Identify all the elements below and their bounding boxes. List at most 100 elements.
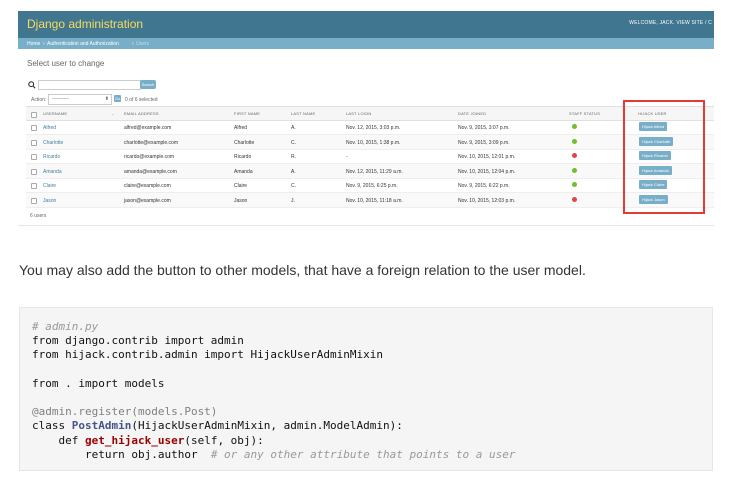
cell-username[interactable]: Jason [43, 198, 56, 204]
admin-screenshot: Django administration WELCOME, JACK. VIE… [18, 11, 714, 226]
row-checkbox[interactable] [31, 197, 37, 204]
action-select-value: ---------- [52, 96, 69, 102]
cell-email: claire@example.com [124, 183, 171, 189]
code-block: # admin.py from django.contrib import ad… [19, 307, 713, 471]
cell-last: R. [291, 154, 296, 160]
cell-email: alfred@example.com [124, 125, 172, 131]
cell-joined: Nov. 10, 2015, 12:01 p.m. [458, 154, 516, 160]
search-icon [28, 81, 36, 89]
cell-email: charlotte@example.com [124, 139, 178, 146]
column-last-name[interactable]: LAST NAME [291, 111, 315, 116]
code-line: from hijack.contrib.admin import HijackU… [32, 348, 383, 362]
cell-last: A. [291, 168, 296, 175]
cell-email: amanda@example.com [124, 168, 177, 175]
cell-last: C. [291, 183, 296, 189]
cell-username[interactable]: Alfred [43, 125, 56, 131]
breadcrumb-home[interactable]: Home [27, 41, 40, 47]
row-checkbox[interactable] [31, 139, 37, 146]
code-line: from django.contrib import admin [32, 334, 244, 348]
selected-count: 0 of 6 selected [125, 97, 158, 103]
search-button[interactable]: Search [140, 80, 156, 89]
cell-login: Nov. 9, 2015, 6:25 p.m. [346, 183, 398, 189]
cell-first: Amanda [234, 168, 253, 175]
article-paragraph: You may also add the button to other mod… [19, 262, 586, 278]
row-checkbox[interactable] [31, 125, 37, 131]
cell-last: A. [291, 125, 296, 131]
breadcrumb-users: Users [136, 41, 150, 47]
cell-first: Jason [234, 197, 248, 204]
cell-last: C. [291, 139, 296, 146]
table-header: USERNAME ⌄ EMAIL ADDRESS FIRST NAME LAST… [26, 106, 714, 121]
check-icon [572, 182, 577, 187]
check-icon [572, 124, 577, 129]
cell-username[interactable]: Charlotte [43, 140, 63, 146]
code-line: (self, obj): [184, 433, 264, 447]
table-row: Amanda amanda@example.com Amanda A. Nov. 12,… [26, 163, 714, 179]
row-checkbox[interactable] [31, 154, 37, 160]
table-row: Jason jason@example.com Jason J. Nov. 10, 20… [26, 192, 714, 208]
cell-login: Nov. 12, 2015, 3:03 p.m. [346, 125, 401, 131]
breadcrumb-auth[interactable]: Authentication and Authorization [47, 41, 119, 47]
cell-username[interactable]: Amanda [43, 169, 62, 175]
chevron-down-icon: ⬍ [104, 96, 109, 102]
cell-last: J. [291, 197, 295, 204]
cell-first: Ricardo [234, 154, 252, 160]
check-icon [572, 167, 577, 173]
cell-username[interactable]: Ricardo [43, 154, 60, 160]
cell-first: Alfred [234, 125, 248, 131]
table-row: Alfred alfred@example.com Alfred A. Nov. 12,… [26, 120, 714, 135]
cell-joined: Nov. 9, 2015, 3:09 p.m. [458, 139, 510, 146]
row-checkbox[interactable] [31, 183, 37, 189]
sort-icon[interactable]: ⌄ [111, 111, 115, 116]
code-line: (HijackUserAdminMixin, admin.ModelAdmin)… [131, 419, 403, 433]
table-row: Charlotte charlotte@example.com Charlotte C… [26, 134, 714, 150]
user-tools[interactable]: WELCOME, JACK. VIEW SITE / C [629, 20, 712, 26]
action-label: Action: [31, 97, 47, 103]
row-checkbox[interactable] [31, 168, 37, 175]
column-staff-status[interactable]: STAFF STATUS [569, 111, 600, 116]
cell-joined: Nov. 9, 2015, 6:22 p.m. [458, 183, 510, 189]
column-date-joined[interactable]: DATE JOINED [458, 111, 486, 116]
cell-first: Claire [234, 183, 248, 189]
code-comment: # admin.py [32, 320, 99, 333]
cell-login: Nov. 12, 2015, 11:29 a.m. [346, 168, 403, 175]
cell-joined: Nov. 10, 2015, 12:04 p.m. [458, 168, 516, 175]
code-text: # admin.py from django.contrib import ad… [32, 320, 515, 462]
column-username[interactable]: USERNAME [43, 111, 67, 116]
code-keyword: def [32, 433, 85, 447]
column-email[interactable]: EMAIL ADDRESS [124, 111, 159, 116]
check-icon [572, 138, 577, 144]
column-last-login[interactable]: LAST LOGIN [346, 111, 372, 116]
cell-first: Charlotte [234, 139, 255, 146]
cell-login: Nov. 10, 2015, 1:38 p.m. [346, 139, 401, 146]
code-comment: # or any other attribute that points to … [210, 447, 516, 461]
code-function-name: get_hijack_user [84, 433, 185, 447]
code-line: return obj.author [32, 447, 211, 461]
cell-login: - [346, 154, 348, 160]
code-decorator: @admin.register(models.Post) [32, 405, 218, 419]
page-title: Select user to change [27, 59, 105, 68]
cross-icon [572, 196, 577, 202]
action-select[interactable]: ---------- ⬍ [48, 94, 112, 105]
table-row: Claire claire@example.com Claire C. Nov. 9, … [26, 178, 714, 193]
cell-username[interactable]: Claire [43, 183, 56, 189]
site-title[interactable]: Django administration [27, 17, 143, 31]
go-button[interactable]: Go [114, 95, 121, 102]
table-row: Ricardo ricardo@example.com Ricardo R. - Nov.… [26, 149, 714, 164]
cell-joined: Nov. 9, 2015, 3:07 p.m. [458, 125, 510, 131]
breadcrumb: Home › Authentication and Authorization … [18, 38, 714, 49]
search-input[interactable] [38, 80, 141, 90]
column-first-name[interactable]: FIRST NAME [234, 111, 260, 116]
select-all-checkbox[interactable] [31, 112, 37, 118]
cell-joined: Nov. 10, 2015, 12:03 p.m. [458, 197, 516, 204]
hijack-column-highlight [623, 100, 705, 214]
code-class-name: PostAdmin [71, 419, 132, 433]
code-keyword: class [32, 419, 72, 433]
code-line: from . import models [32, 376, 165, 390]
cross-icon [572, 153, 577, 158]
cell-email: ricardo@example.com [124, 154, 175, 160]
result-count: 6 users [30, 213, 47, 219]
admin-header: Django administration WELCOME, JACK. VIE… [18, 11, 714, 38]
cell-login: Nov. 10, 2015, 11:18 a.m. [346, 197, 403, 204]
cell-email: jason@example.com [124, 197, 171, 204]
